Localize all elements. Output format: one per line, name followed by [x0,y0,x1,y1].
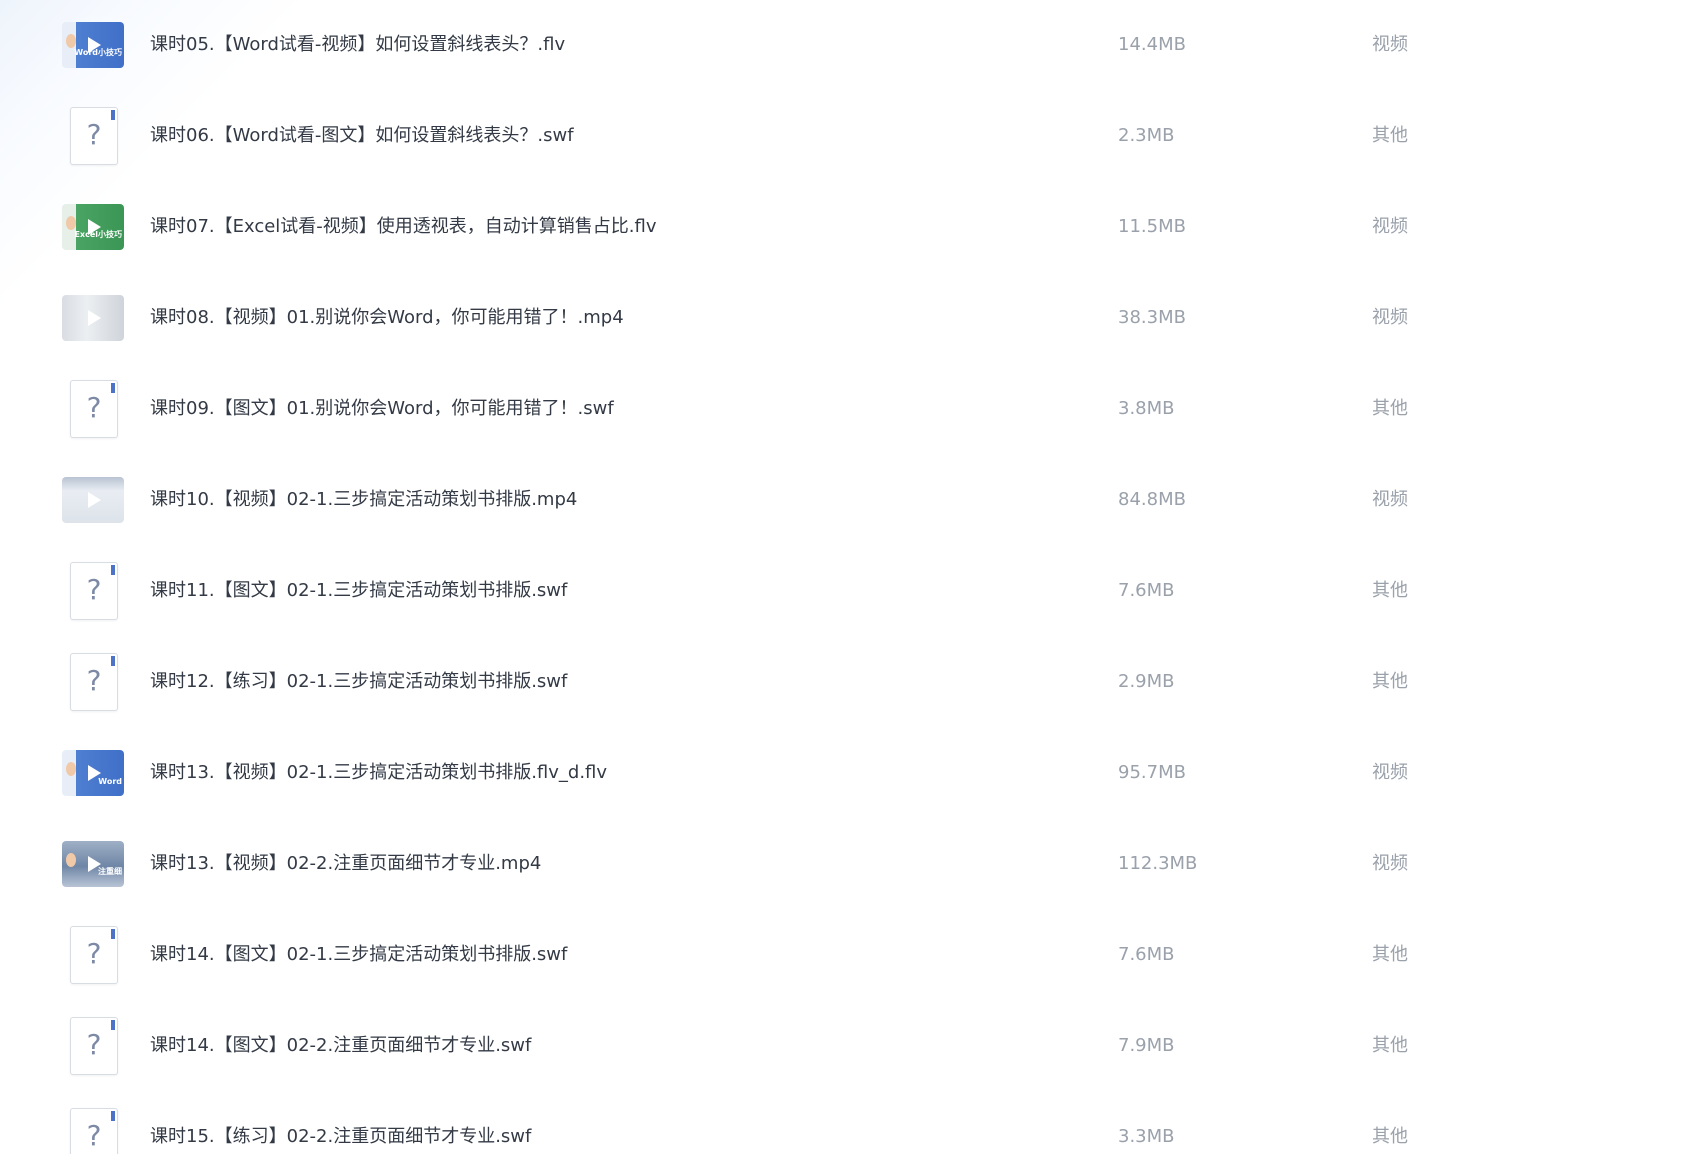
file-name[interactable]: 课时13.【视频】02-2.注重页面细节才专业.mp4 [150,852,541,876]
file-row[interactable]: ? 课时11.【图文】02-1.三步搞定活动策划书排版.swf 7.6MB 其他 [0,546,1686,637]
file-size: 3.8MB [1118,398,1175,419]
file-type: 其他 [1372,580,1408,601]
presenter-avatar [66,853,76,867]
file-type: 视频 [1372,762,1408,783]
question-mark-icon: ? [86,573,102,606]
file-corner-mark [111,1111,115,1121]
file-size: 2.3MB [1118,125,1175,146]
file-name[interactable]: 课时13.【视频】02-1.三步搞定活动策划书排版.flv_d.flv [150,761,607,785]
video-thumbnail-icon [62,295,124,341]
thumbnail-caption: 注重细 [98,867,122,876]
file-corner-mark [111,110,115,120]
file-row[interactable]: Excel小技巧 课时07.【Excel试看-视频】使用透视表，自动计算销售占比… [0,182,1686,273]
file-corner-mark [111,1020,115,1030]
file-size: 7.9MB [1118,1035,1175,1056]
file-size: 112.3MB [1118,853,1198,874]
file-type: 其他 [1372,671,1408,692]
presenter-avatar [66,216,76,230]
presenter-avatar [66,762,76,776]
file-name[interactable]: 课时08.【视频】01.别说你会Word，你可能用错了！.mp4 [150,306,624,330]
file-size: 84.8MB [1118,489,1186,510]
file-row[interactable]: ? 课时15.【练习】02-2.注重页面细节才专业.swf 3.3MB 其他 [0,1092,1686,1154]
video-thumbnail-icon: Excel小技巧 [62,204,124,250]
file-corner-mark [111,929,115,939]
file-row[interactable]: Word小技巧 课时05.【Word试看-视频】如何设置斜线表头？.flv 14… [0,0,1686,91]
file-name[interactable]: 课时09.【图文】01.别说你会Word，你可能用错了！.swf [150,397,614,421]
file-size: 38.3MB [1118,307,1186,328]
file-size: 2.9MB [1118,671,1175,692]
play-icon [88,492,101,508]
question-mark-icon: ? [86,664,102,697]
file-type: 视频 [1372,307,1408,328]
file-corner-mark [111,383,115,393]
play-icon [88,37,101,53]
file-type: 其他 [1372,944,1408,965]
file-name[interactable]: 课时07.【Excel试看-视频】使用透视表，自动计算销售占比.flv [150,215,657,239]
file-name[interactable]: 课时06.【Word试看-图文】如何设置斜线表头？.swf [150,124,574,148]
file-row[interactable]: ? 课时14.【图文】02-1.三步搞定活动策划书排版.swf 7.6MB 其他 [0,910,1686,1001]
file-name[interactable]: 课时15.【练习】02-2.注重页面细节才专业.swf [150,1125,531,1149]
file-corner-mark [111,656,115,666]
question-mark-icon: ? [86,937,102,970]
video-thumbnail-icon: Word [62,750,124,796]
presenter-avatar [66,34,76,48]
file-size: 14.4MB [1118,34,1186,55]
file-size: 3.3MB [1118,1126,1175,1147]
unknown-file-icon: ? [70,926,118,984]
file-type: 视频 [1372,853,1408,874]
file-name[interactable]: 课时14.【图文】02-1.三步搞定活动策划书排版.swf [150,943,567,967]
file-size: 7.6MB [1118,580,1175,601]
question-mark-icon: ? [86,1028,102,1061]
file-name[interactable]: 课时12.【练习】02-1.三步搞定活动策划书排版.swf [150,670,567,694]
unknown-file-icon: ? [70,380,118,438]
file-type: 其他 [1372,1126,1408,1147]
file-type: 其他 [1372,125,1408,146]
question-mark-icon: ? [86,1119,102,1152]
play-icon [88,765,101,781]
file-size: 95.7MB [1118,762,1186,783]
video-thumbnail-icon: Word小技巧 [62,22,124,68]
play-icon [88,310,101,326]
play-icon [88,219,101,235]
question-mark-icon: ? [86,118,102,151]
file-corner-mark [111,565,115,575]
file-type: 视频 [1372,489,1408,510]
unknown-file-icon: ? [70,653,118,711]
file-type: 视频 [1372,34,1408,55]
question-mark-icon: ? [86,391,102,424]
unknown-file-icon: ? [70,1108,118,1154]
file-name[interactable]: 课时10.【视频】02-1.三步搞定活动策划书排版.mp4 [150,488,577,512]
file-type: 其他 [1372,1035,1408,1056]
unknown-file-icon: ? [70,107,118,165]
file-name[interactable]: 课时11.【图文】02-1.三步搞定活动策划书排版.swf [150,579,567,603]
play-icon [88,856,101,872]
file-list-page: Word小技巧 课时05.【Word试看-视频】如何设置斜线表头？.flv 14… [0,0,1686,1154]
file-row[interactable]: 课时08.【视频】01.别说你会Word，你可能用错了！.mp4 38.3MB … [0,273,1686,364]
file-row[interactable]: ? 课时12.【练习】02-1.三步搞定活动策划书排版.swf 2.9MB 其他 [0,637,1686,728]
file-row[interactable]: ? 课时06.【Word试看-图文】如何设置斜线表头？.swf 2.3MB 其他 [0,91,1686,182]
file-type: 其他 [1372,398,1408,419]
file-name[interactable]: 课时05.【Word试看-视频】如何设置斜线表头？.flv [150,33,565,57]
video-thumbnail-icon: 注重细 [62,841,124,887]
video-thumbnail-icon [62,477,124,523]
file-row[interactable]: 课时10.【视频】02-1.三步搞定活动策划书排版.mp4 84.8MB 视频 [0,455,1686,546]
unknown-file-icon: ? [70,562,118,620]
unknown-file-icon: ? [70,1017,118,1075]
file-name[interactable]: 课时14.【图文】02-2.注重页面细节才专业.swf [150,1034,531,1058]
file-size: 11.5MB [1118,216,1186,237]
file-row[interactable]: Word 课时13.【视频】02-1.三步搞定活动策划书排版.flv_d.flv… [0,728,1686,819]
file-row[interactable]: 注重细 课时13.【视频】02-2.注重页面细节才专业.mp4 112.3MB … [0,819,1686,910]
file-row[interactable]: ? 课时14.【图文】02-2.注重页面细节才专业.swf 7.9MB 其他 [0,1001,1686,1092]
thumbnail-caption: Word [98,777,122,786]
file-type: 视频 [1372,216,1408,237]
file-size: 7.6MB [1118,944,1175,965]
file-row[interactable]: ? 课时09.【图文】01.别说你会Word，你可能用错了！.swf 3.8MB… [0,364,1686,455]
